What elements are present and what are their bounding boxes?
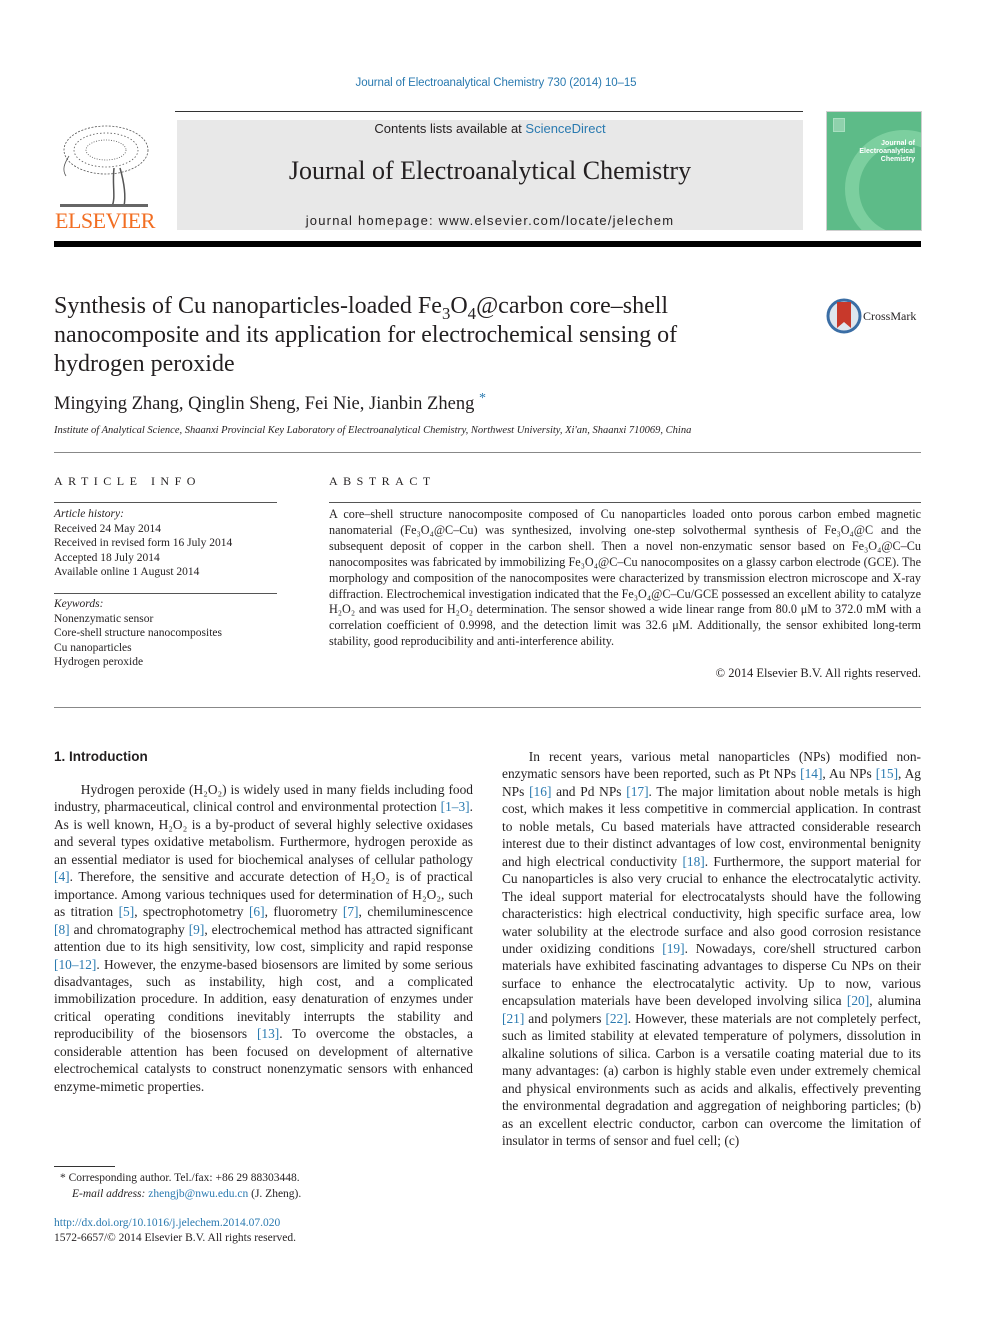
header-thick-rule: [54, 241, 921, 247]
journal-cover-thumbnail[interactable]: Journal of Electroanalytical Chemistry: [826, 111, 922, 231]
citation-link[interactable]: [1–3]: [441, 799, 470, 814]
doi-block: http://dx.doi.org/10.1016/j.jelechem.201…: [54, 1216, 296, 1246]
history-label: Article history:: [54, 508, 124, 520]
title-text: Synthesis of Cu nanoparticles-loaded Fe: [54, 293, 442, 319]
corresponding-author-link[interactable]: *: [479, 391, 486, 406]
body-text: , alumina: [869, 993, 921, 1009]
email-suffix: (J. Zheng).: [248, 1188, 302, 1200]
footnote-rule: [54, 1166, 115, 1167]
affiliation: Institute of Analytical Science, Shaanxi…: [54, 425, 692, 436]
article-history: Article history: Received 24 May 2014 Re…: [54, 507, 294, 580]
keywords-label: Keywords:: [54, 598, 104, 610]
cover-publisher-mark-icon: [833, 118, 845, 132]
header-top-rule: [175, 111, 803, 112]
citation-link[interactable]: [19]: [662, 941, 684, 956]
body-column-left: Hydrogen peroxide (H₂O₂) is widely used …: [54, 781, 473, 1095]
cover-title-line: Journal of: [881, 140, 915, 147]
body-text: , Au NPs: [822, 766, 876, 782]
history-item: Available online 1 August 2014: [54, 566, 200, 579]
history-item: Accepted 18 July 2014: [54, 551, 160, 564]
abstract-text: A core–shell structure nanocomposite com…: [329, 507, 921, 649]
citation-link[interactable]: [16]: [529, 784, 551, 799]
body-text: Hydrogen peroxide (H₂O₂) is widely used …: [54, 782, 473, 815]
issn-copyright: 1572-6657/© 2014 Elsevier B.V. All right…: [54, 1232, 297, 1244]
paragraph: Hydrogen peroxide (H₂O₂) is widely used …: [54, 781, 473, 1095]
divider: [54, 502, 277, 503]
body-text: and chromatography: [69, 921, 189, 937]
contents-availability: Contents lists available at ScienceDirec…: [177, 121, 803, 136]
journal-homepage[interactable]: journal homepage: www.elsevier.com/locat…: [177, 213, 803, 228]
authors-text: Mingying Zhang, Qinglin Sheng, Fei Nie, …: [54, 394, 475, 415]
citation-link[interactable]: [4]: [54, 869, 70, 884]
citation-link[interactable]: [21]: [502, 1011, 524, 1026]
history-item: Received in revised form 16 July 2014: [54, 537, 233, 550]
citation-link[interactable]: [17]: [626, 784, 648, 799]
body-column-right: In recent years, various metal nanoparti…: [502, 748, 921, 1149]
divider: [54, 707, 921, 708]
keywords: Keywords: Nonenzymatic sensor Core-shell…: [54, 597, 294, 670]
cover-title-line: Electroanalytical: [859, 148, 915, 155]
keyword-item: Core-shell structure nanocomposites: [54, 627, 222, 640]
keyword-item: Nonenzymatic sensor: [54, 612, 154, 625]
journal-citation-link[interactable]: Journal of Electroanalytical Chemistry 7…: [0, 77, 992, 89]
history-item: Received 24 May 2014: [54, 522, 161, 535]
divider: [329, 502, 921, 503]
abstract-copyright: © 2014 Elsevier B.V. All rights reserved…: [715, 666, 921, 680]
citation-link[interactable]: [15]: [876, 766, 898, 781]
author-list: Mingying Zhang, Qinglin Sheng, Fei Nie, …: [54, 391, 486, 415]
body-text: , chemiluminescence: [358, 904, 473, 920]
body-text: , spectrophotometry: [134, 904, 249, 920]
paragraph: In recent years, various metal nanoparti…: [502, 748, 921, 1149]
citation-link[interactable]: [6]: [249, 904, 265, 919]
title-subscript: 4: [467, 303, 477, 323]
contents-prefix: Contents lists available at: [374, 121, 526, 136]
citation-link[interactable]: [14]: [800, 766, 822, 781]
body-text: . However, these materials are not compl…: [502, 1010, 921, 1148]
body-text: , fluorometry: [264, 904, 343, 920]
citation-link[interactable]: [8]: [54, 922, 70, 937]
citation-link[interactable]: [5]: [119, 904, 135, 919]
doi-link[interactable]: http://dx.doi.org/10.1016/j.jelechem.201…: [54, 1216, 296, 1231]
citation-link[interactable]: [20]: [847, 993, 869, 1008]
footnote: * Corresponding author. Tel./fax: +86 29…: [60, 1170, 301, 1202]
divider: [54, 593, 277, 594]
email-link[interactable]: zhengjb@nwu.edu.cn: [148, 1188, 248, 1200]
keyword-item: Hydrogen peroxide: [54, 656, 144, 669]
section-heading-introduction: 1. Introduction: [54, 749, 148, 764]
article-info-heading: ARTICLE INFO: [54, 474, 201, 488]
email-line: E-mail address: zhengjb@nwu.edu.cn (J. Z…: [60, 1186, 301, 1202]
journal-title: Journal of Electroanalytical Chemistry: [288, 156, 692, 185]
keyword-item: Cu nanoparticles: [54, 641, 132, 654]
article-title: Synthesis of Cu nanoparticles-loaded Fe3…: [54, 292, 754, 379]
citation-link[interactable]: [9]: [189, 922, 205, 937]
sciencedirect-link[interactable]: ScienceDirect: [525, 121, 605, 136]
citation-link[interactable]: [10–12]: [54, 957, 96, 972]
divider: [54, 452, 921, 453]
cover-title: Journal of Electroanalytical Chemistry: [859, 140, 915, 164]
corresponding-author-note: * Corresponding author. Tel./fax: +86 29…: [60, 1172, 300, 1184]
abstract-heading: ABSTRACT: [329, 474, 436, 488]
body-text: and Pd NPs: [551, 783, 627, 799]
citation-link[interactable]: [18]: [682, 854, 704, 869]
cover-title-line: Chemistry: [880, 156, 915, 163]
citation-link[interactable]: [13]: [257, 1026, 279, 1041]
elsevier-wordmark: ELSEVIER: [55, 208, 155, 233]
crossmark-label[interactable]: CrossMark: [863, 309, 916, 324]
citation-link[interactable]: [22]: [605, 1011, 627, 1026]
email-label: E-mail address:: [72, 1188, 149, 1200]
body-text: and polymers: [524, 1010, 606, 1026]
title-text: O: [450, 293, 468, 319]
citation-link[interactable]: [7]: [343, 904, 359, 919]
